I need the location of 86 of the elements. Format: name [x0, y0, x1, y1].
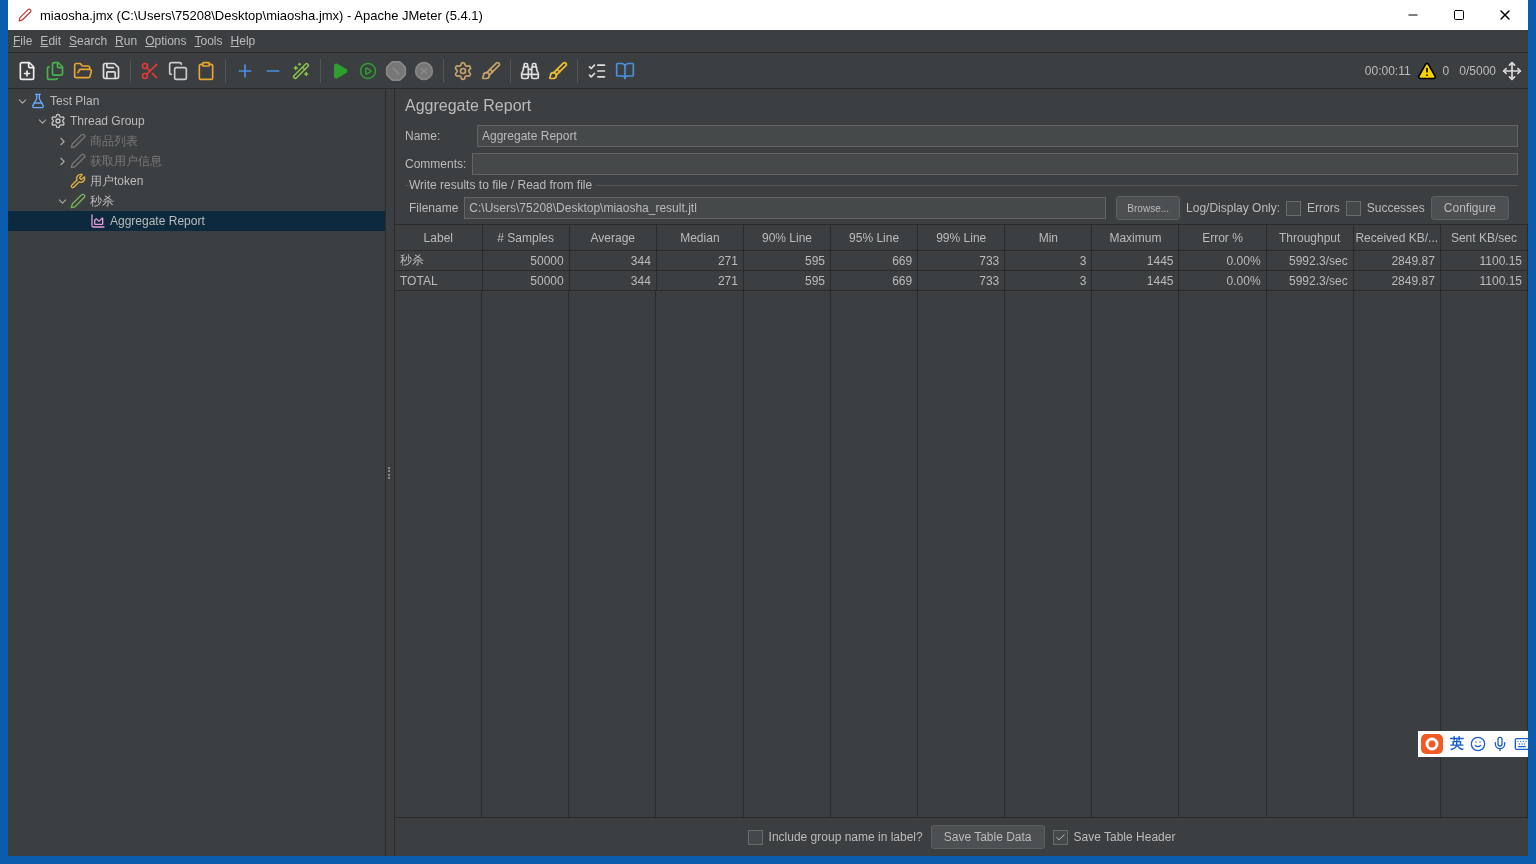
pen-icon — [70, 193, 86, 209]
tree-item[interactable]: 秒杀 — [8, 191, 385, 211]
table-cell: 271 — [656, 250, 744, 271]
section-title: Write results to file / Read from file — [409, 178, 597, 192]
save-table-data-button[interactable]: Save Table Data — [930, 825, 1045, 849]
table-cell: 5992.3/sec — [1266, 270, 1354, 291]
table-cell: 595 — [743, 250, 831, 271]
configure-button[interactable]: Configure — [1430, 196, 1509, 220]
flask-icon — [30, 93, 46, 109]
menu-item[interactable]: File — [10, 34, 36, 48]
menu-item[interactable]: Tools — [191, 34, 226, 48]
column-header[interactable]: # Samples — [482, 225, 570, 251]
table-cell: 0.00% — [1179, 270, 1267, 291]
column-header[interactable]: Received KB/... — [1353, 225, 1441, 251]
gear-icon — [50, 113, 66, 129]
table-cell: 2849.87 — [1353, 270, 1441, 291]
column-header[interactable]: 95% Line — [830, 225, 918, 251]
table-cell: 3 — [1004, 270, 1092, 291]
wrench-icon — [70, 173, 86, 189]
filename-field[interactable]: C:\Users\75208\Desktop\miaosha_result.jtl — [464, 197, 1107, 219]
table-cell: 1445 — [1091, 250, 1179, 271]
menu-item[interactable]: Help — [227, 34, 259, 48]
column-header[interactable]: Throughput — [1266, 225, 1354, 251]
ime-language-label[interactable]: 英 — [1450, 735, 1464, 753]
menu-item[interactable]: Edit — [37, 34, 65, 48]
table-cell: 3 — [1004, 250, 1092, 271]
panel-title: Aggregate Report — [405, 97, 533, 115]
table-cell: 1100.15 — [1440, 270, 1528, 291]
table-cell: 595 — [743, 270, 831, 291]
table-cell: 秒杀 — [395, 250, 483, 271]
errors-checkbox[interactable]: Errors — [1286, 200, 1340, 216]
table-cell: 344 — [569, 250, 657, 271]
maximize-icon — [1453, 9, 1465, 21]
tree-item[interactable]: 用户token — [8, 171, 385, 191]
elapsed-time: 00:00:11 — [1364, 63, 1411, 78]
table-cell: TOTAL — [395, 270, 483, 291]
table-cell: 50000 — [482, 270, 570, 291]
browse-button[interactable]: Browse... — [1116, 196, 1181, 220]
keyboard-icon[interactable] — [1514, 736, 1528, 752]
column-header[interactable]: Min — [1004, 225, 1092, 251]
comments-label: Comments: — [405, 157, 467, 171]
table-cell: 669 — [830, 250, 918, 271]
table-cell: 733 — [917, 250, 1005, 271]
menu-item[interactable]: Search — [66, 34, 111, 48]
name-label: Name: — [405, 129, 442, 143]
comments-field[interactable] — [472, 153, 1518, 175]
tree-item[interactable]: Thread Group — [8, 111, 385, 131]
tree-item[interactable]: Test Plan — [8, 91, 385, 111]
table-cell: 2849.87 — [1353, 250, 1441, 271]
column-header[interactable]: Sent KB/sec — [1440, 225, 1528, 251]
table-cell: 0.00% — [1179, 250, 1267, 271]
table-cell: 271 — [656, 270, 744, 291]
column-header[interactable]: Maximum — [1091, 225, 1179, 251]
area-chart-icon — [90, 213, 106, 229]
table-cell: 50000 — [482, 250, 570, 271]
table-cell: 1445 — [1091, 270, 1179, 291]
microphone-icon[interactable] — [1492, 736, 1508, 752]
warning-icon[interactable] — [1416, 60, 1437, 81]
table-cell: 733 — [917, 270, 1005, 291]
pen-icon — [70, 153, 86, 169]
emoji-icon[interactable] — [1470, 736, 1486, 752]
menu-item[interactable]: Run — [112, 34, 141, 48]
table-cell: 1100.15 — [1440, 250, 1528, 271]
table-cell: 344 — [569, 270, 657, 291]
log-display-label: Log/Display Only: — [1186, 201, 1281, 215]
column-header[interactable]: Median — [656, 225, 744, 251]
column-header[interactable]: Average — [569, 225, 657, 251]
window-title: miaosha.jmx (C:\Users\75208\Desktop\miaosha.jmx) - Apache JMeter (5.4.1) — [40, 7, 484, 23]
feather-icon — [18, 8, 32, 22]
table-cell: 669 — [830, 270, 918, 291]
column-header[interactable]: Label — [395, 225, 483, 251]
save-header-checkbox[interactable]: Save Table Header — [1052, 829, 1176, 845]
error-count: 0 — [1442, 63, 1450, 78]
check-icon — [1054, 831, 1066, 843]
column-header[interactable]: 99% Line — [917, 225, 1005, 251]
column-header[interactable]: 90% Line — [743, 225, 831, 251]
name-field[interactable]: Aggregate Report — [477, 125, 1518, 147]
column-header[interactable]: Error % — [1179, 225, 1267, 251]
menu-item[interactable]: Options — [142, 34, 190, 48]
successes-checkbox[interactable]: Successes — [1345, 200, 1425, 216]
thread-count: 0/5000 — [1459, 63, 1496, 78]
table-cell: 5992.3/sec — [1266, 250, 1354, 271]
filename-label: Filename — [409, 201, 459, 215]
pen-icon — [70, 133, 86, 149]
include-group-checkbox[interactable]: Include group name in label? — [747, 829, 923, 845]
tree-item[interactable]: Aggregate Report — [8, 211, 385, 231]
